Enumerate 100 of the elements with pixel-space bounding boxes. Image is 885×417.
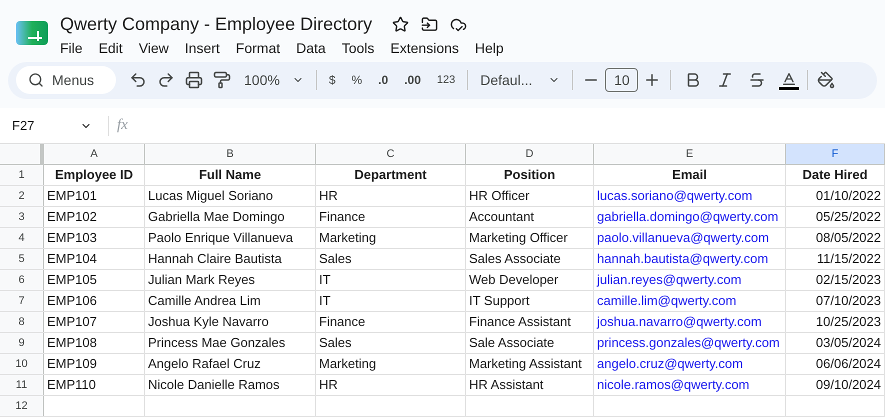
- table-cell-text: 02/15/2023: [814, 271, 881, 290]
- row-header[interactable]: 3: [0, 207, 44, 227]
- column-header[interactable]: C: [316, 144, 466, 164]
- column-title: Email: [671, 166, 708, 184]
- email-link[interactable]: julian.reyes@qwerty.com: [597, 270, 782, 290]
- menu-item[interactable]: Edit: [90, 38, 131, 58]
- table-cell-text: 01/10/2022: [814, 187, 881, 206]
- document-title[interactable]: Qwerty Company - Employee Directory: [60, 15, 372, 33]
- table-cell-text: Angelo Rafael Cruz: [148, 355, 262, 374]
- decrease-decimal-button[interactable]: .0: [370, 71, 396, 90]
- email-link[interactable]: lucas.soriano@qwerty.com: [597, 186, 782, 206]
- table-cell-text: 11/15/2022: [816, 250, 881, 268]
- table-cell-text: Finance Assistant: [469, 313, 572, 332]
- star-icon[interactable]: [392, 16, 410, 32]
- table-cell-text: Finance: [319, 208, 366, 226]
- menus-search[interactable]: Menus: [16, 66, 116, 94]
- row-header[interactable]: 12: [0, 396, 44, 416]
- column-header[interactable]: B: [145, 144, 316, 164]
- column-header[interactable]: A: [44, 144, 145, 164]
- table-cell-text: Camille Andrea Lim: [148, 292, 262, 310]
- number-format-button[interactable]: 123: [428, 72, 464, 89]
- table-cell-text: Sale Associate: [469, 334, 556, 352]
- table-cell-text: 03/05/2024: [814, 334, 881, 352]
- table-cell-text: EMP101: [47, 187, 98, 206]
- email-link[interactable]: hannah.bautista@qwerty.com: [597, 249, 782, 269]
- font-dropdown[interactable]: Defaul...: [472, 70, 568, 91]
- table-cell-text: Lucas Miguel Soriano: [148, 187, 274, 206]
- row-header[interactable]: 1: [0, 165, 44, 185]
- currency-button[interactable]: $: [320, 71, 344, 90]
- table-cell-text: 06/06/2024: [814, 355, 881, 374]
- email-link[interactable]: camille.lim@qwerty.com: [597, 291, 782, 311]
- table-cell-text: 09/10/2024: [814, 376, 881, 394]
- column-title: Position: [502, 166, 556, 184]
- email-link[interactable]: princess.gonzales@qwerty.com: [597, 333, 782, 353]
- table-cell-text: Accountant: [469, 208, 536, 226]
- row-header[interactable]: 2: [0, 186, 44, 206]
- table-cell-text: Marketing: [319, 229, 378, 248]
- menu-item[interactable]: Data: [288, 38, 334, 58]
- table-cell-text: 08/05/2022: [814, 229, 881, 248]
- table-cell-text: Paolo Enrique Villanueva: [148, 229, 294, 248]
- row-header[interactable]: 7: [0, 291, 44, 311]
- table-cell-text: Sales: [319, 334, 353, 352]
- table-cell-text: Marketing: [319, 355, 378, 374]
- menu-item[interactable]: Insert: [176, 38, 228, 58]
- table-cell-text: EMP105: [47, 271, 98, 290]
- table-cell-text: HR: [319, 376, 339, 394]
- table-cell-text: EMP106: [47, 292, 98, 310]
- email-link[interactable]: gabriella.domingo@qwerty.com: [597, 207, 782, 227]
- table-cell-text: HR Assistant: [469, 376, 544, 394]
- search-icon: [28, 72, 44, 88]
- table-cell-text: 10/25/2023: [814, 313, 881, 332]
- table-cell-text: Sales Associate: [469, 250, 562, 268]
- column-title: Employee ID: [54, 166, 134, 184]
- column-header[interactable]: F: [786, 144, 885, 164]
- column-title: Date Hired: [801, 166, 869, 184]
- spreadsheet-logo-icon[interactable]: [16, 21, 48, 45]
- table-cell-text: Gabriella Mae Domingo: [148, 208, 286, 226]
- email-link[interactable]: paolo.villanueva@qwerty.com: [597, 228, 782, 248]
- table-cell-text: HR: [319, 187, 339, 206]
- table-cell-text: 07/10/2023: [814, 292, 881, 310]
- row-header[interactable]: 9: [0, 333, 44, 353]
- font-size-field[interactable]: 10: [605, 68, 638, 92]
- table-cell-text: EMP103: [47, 229, 98, 248]
- email-link[interactable]: nicole.ramos@qwerty.com: [597, 375, 782, 395]
- percent-button[interactable]: %: [344, 71, 370, 90]
- table-cell-text: EMP104: [47, 250, 98, 268]
- increase-decimal-button[interactable]: .00: [396, 71, 429, 90]
- row-header[interactable]: 6: [0, 270, 44, 290]
- table-cell-text: EMP108: [47, 334, 98, 352]
- menu-item[interactable]: Help: [466, 38, 512, 58]
- column-header[interactable]: D: [466, 144, 594, 164]
- move-folder-icon[interactable]: [421, 16, 438, 32]
- row-header[interactable]: 10: [0, 354, 44, 374]
- table-cell-text: Marketing Officer: [469, 229, 569, 248]
- zoom-dropdown[interactable]: 100%: [236, 70, 312, 91]
- row-header[interactable]: 8: [0, 312, 44, 332]
- column-title: Full Name: [198, 166, 262, 184]
- table-cell-text: IT Support: [469, 292, 530, 310]
- table-cell-text: Hannah Claire Bautista: [148, 250, 283, 268]
- table-cell-text: Sales: [319, 250, 353, 268]
- table-cell-text: HR Officer: [469, 187, 530, 206]
- menu-item[interactable]: View: [130, 38, 177, 58]
- row-header[interactable]: 5: [0, 249, 44, 269]
- table-cell-text: Princess Mae Gonzales: [148, 334, 286, 352]
- table-cell-text: Finance: [319, 313, 366, 332]
- table-cell-text: Web Developer: [469, 271, 560, 290]
- table-cell-text: EMP102: [47, 208, 98, 226]
- menu-item[interactable]: Tools: [334, 38, 382, 58]
- email-link[interactable]: joshua.navarro@qwerty.com: [597, 312, 782, 332]
- menu-item[interactable]: File: [60, 38, 91, 58]
- table-cell-text: 05/25/2022: [814, 208, 881, 226]
- table-cell-text: Joshua Kyle Navarro: [148, 313, 270, 332]
- row-header[interactable]: 11: [0, 375, 44, 395]
- menu-item[interactable]: Format: [228, 38, 288, 58]
- table-cell-text: Nicole Danielle Ramos: [148, 376, 280, 394]
- menu-item[interactable]: Extensions: [382, 38, 467, 58]
- column-title: Department: [353, 166, 428, 184]
- email-link[interactable]: angelo.cruz@qwerty.com: [597, 354, 782, 374]
- row-header[interactable]: 4: [0, 228, 44, 248]
- name-box[interactable]: F27: [0, 116, 100, 136]
